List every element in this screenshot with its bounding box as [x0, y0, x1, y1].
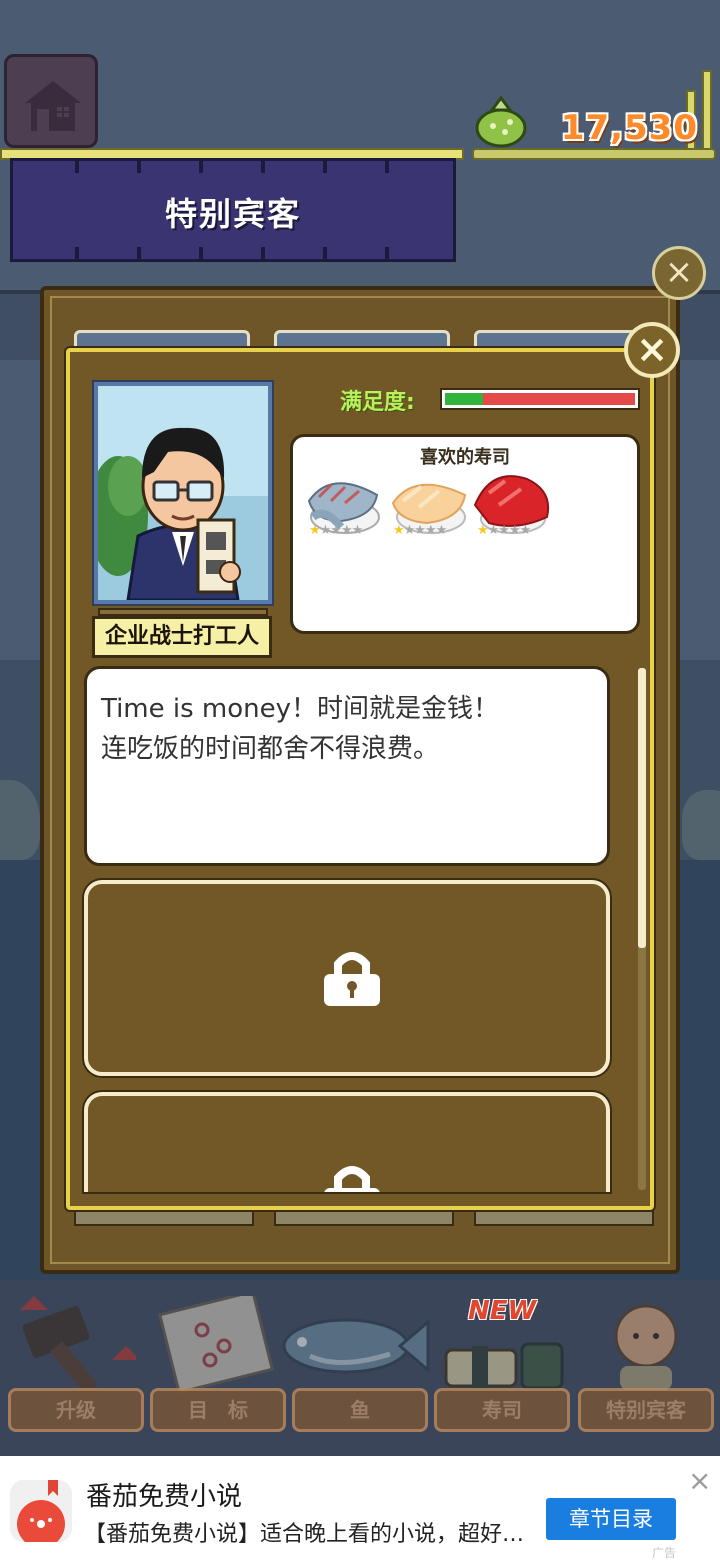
- close-back-panel-button[interactable]: ×: [652, 246, 706, 300]
- ad-tag: 广告: [652, 1546, 677, 1560]
- bamboo-stalk: [702, 70, 712, 150]
- back-tab-footer: [274, 1210, 454, 1226]
- tomato-icon: [10, 1480, 72, 1542]
- nav-special-guest-label: 特别宾客: [578, 1388, 714, 1432]
- close-button[interactable]: ×: [624, 322, 680, 378]
- guest-name: 企业战士打工人: [92, 616, 272, 658]
- money-bag-icon: [475, 95, 527, 148]
- ad-cta-button[interactable]: 章节目录: [546, 1498, 676, 1540]
- scrollbar[interactable]: [638, 668, 646, 1190]
- ad-close-icon[interactable]: ×: [688, 1464, 711, 1497]
- nav-sushi[interactable]: NEW 寿司: [434, 1296, 570, 1432]
- house-icon: [25, 81, 81, 131]
- locked-slot[interactable]: [84, 1092, 610, 1192]
- dialogue-line: Time is money！时间就是金钱！: [101, 694, 500, 724]
- rating-stars: ★★★★★: [309, 523, 363, 538]
- ad-title[interactable]: 番茄免费小说: [86, 1476, 242, 1513]
- new-badge: NEW: [468, 1296, 537, 1326]
- favorite-sushi-box: 喜欢的寿司 ★★★★★ ★★★★★ ★★★★★: [290, 434, 640, 634]
- money-display: 17,530: [472, 64, 720, 164]
- satisfaction-fill: [445, 393, 483, 405]
- lock-icon: [324, 952, 380, 1006]
- ad-banner[interactable]: 番茄免费小说 【番茄免费小说】适合晚上看的小说，超好看的小说免费读 章节目录 ×: [0, 1456, 720, 1560]
- scene-rock: [0, 780, 40, 860]
- lock-icon: [324, 1166, 380, 1192]
- home-button[interactable]: [4, 54, 98, 148]
- nav-fish[interactable]: 鱼: [282, 1296, 430, 1432]
- rating-stars: ★★★★★: [393, 523, 447, 538]
- guest-portrait: [92, 380, 274, 606]
- title-banner: 特别宾客: [10, 158, 456, 262]
- banner-title: 特别宾客: [164, 195, 301, 233]
- hammer-icon: [20, 1296, 136, 1395]
- goals-board-icon: [158, 1296, 275, 1395]
- nav-sushi-label: 寿司: [434, 1388, 570, 1432]
- money-value: 17,530: [560, 108, 698, 148]
- satisfaction-bar: [440, 388, 640, 410]
- dialogue-line: 连吃饭的时间都舍不得浪费。: [101, 734, 440, 764]
- guest-dialogue: Time is money！时间就是金钱！ 连吃饭的时间都舍不得浪费。: [84, 666, 610, 866]
- ad-description[interactable]: 【番茄免费小说】适合晚上看的小说，超好看的小说免费读: [84, 1516, 540, 1548]
- name-plate-hanger: [98, 608, 268, 616]
- ad-app-icon[interactable]: [10, 1480, 72, 1542]
- nav-upgrade[interactable]: 升级: [8, 1296, 144, 1432]
- fish-icon: [282, 1318, 430, 1374]
- nav-upgrade-label: 升级: [8, 1388, 144, 1432]
- nav-goals[interactable]: 目 标: [150, 1296, 286, 1432]
- back-tab-footer: [74, 1210, 254, 1226]
- locked-slot[interactable]: [84, 880, 610, 1076]
- guest-avatar-icon: [614, 1304, 678, 1390]
- scene-rock: [682, 790, 720, 860]
- satisfaction-label: 满足度:: [340, 390, 415, 415]
- nav-special-guest[interactable]: 特别宾客: [578, 1296, 714, 1432]
- rating-stars: ★★★★★: [477, 523, 531, 538]
- close-icon: ×: [664, 252, 694, 292]
- nav-fish-label: 鱼: [292, 1388, 428, 1432]
- scrollbar-thumb[interactable]: [638, 668, 646, 948]
- back-tab-footer: [474, 1210, 654, 1226]
- guest-portrait-image: [98, 386, 268, 600]
- money-rail: [472, 148, 716, 160]
- nav-goals-label: 目 标: [150, 1388, 286, 1432]
- close-icon: ×: [636, 327, 668, 371]
